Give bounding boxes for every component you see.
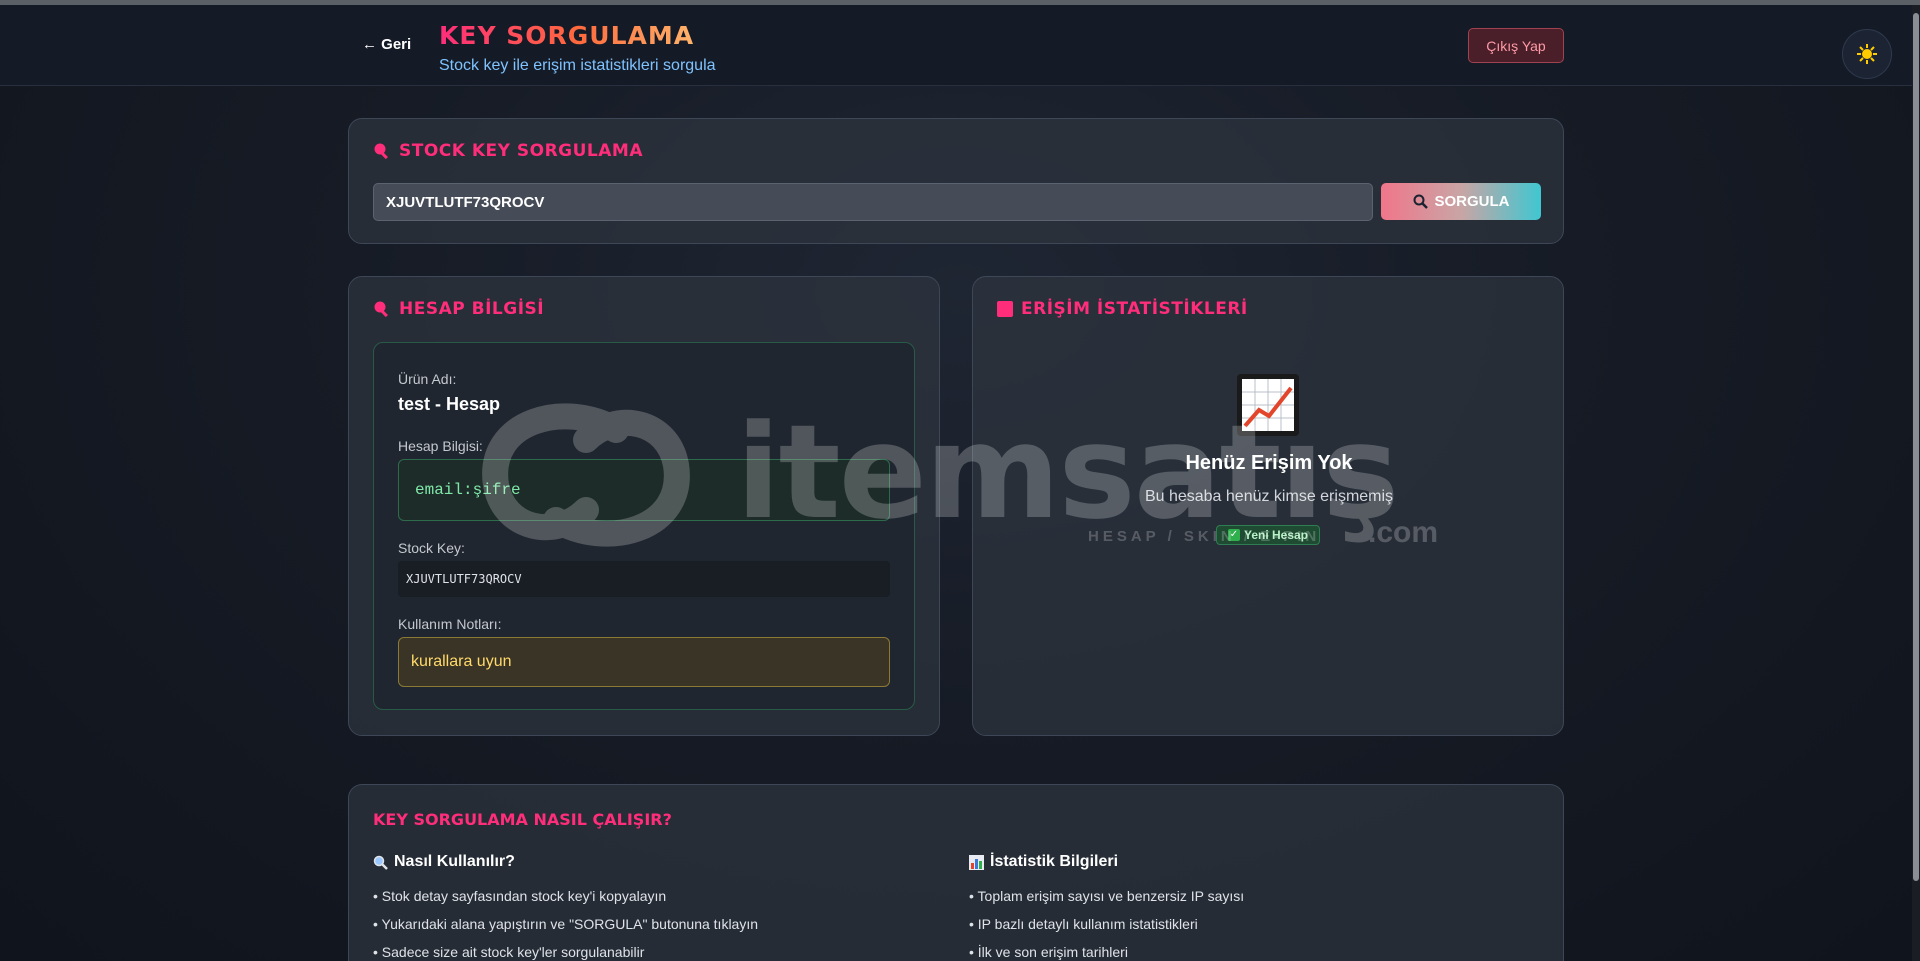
- usage-item: • Sadece size ait stock key'ler sorgulan…: [373, 944, 645, 960]
- product-label: Ürün Adı:: [398, 371, 457, 387]
- account-info-card: HESAP BİLGİSİ Ürün Adı: test - Hesap Hes…: [348, 276, 940, 736]
- stats-section-title-text: İstatistik Bilgileri: [990, 853, 1119, 870]
- usage-section-title: Nasıl Kullanılır?: [373, 853, 515, 871]
- account-label: Hesap Bilgisi:: [398, 438, 483, 454]
- bar-chart-icon: [969, 854, 984, 870]
- key-icon: [374, 143, 388, 160]
- account-card-title-text: HESAP BİLGİSİ: [399, 299, 545, 319]
- search-card-title: STOCK KEY SORGULAMA: [373, 141, 643, 161]
- query-button[interactable]: SORGULA: [1381, 183, 1541, 220]
- usage-section-title-text: Nasıl Kullanılır?: [394, 853, 515, 870]
- square-icon: [997, 301, 1013, 317]
- access-stats-card: ERİŞİM İSTATİSTİKLERİ Henüz Erişim Yok B…: [972, 276, 1564, 736]
- back-link[interactable]: ← Geri: [362, 36, 411, 53]
- page-subtitle: Stock key ile erişim istatistikleri sorg…: [439, 57, 716, 74]
- account-details-box: Ürün Adı: test - Hesap Hesap Bilgisi: em…: [373, 342, 915, 710]
- stats-card-title-text: ERİŞİM İSTATİSTİKLERİ: [1021, 299, 1248, 319]
- notes-label: Kullanım Notları:: [398, 616, 502, 632]
- magnifier-icon: [373, 855, 388, 870]
- key-icon: [374, 301, 388, 318]
- usage-notes: kurallara uyun: [398, 637, 890, 687]
- usage-item: • Stok detay sayfasından stock key'i kop…: [373, 888, 667, 904]
- empty-state-title: Henüz Erişim Yok: [1185, 452, 1353, 474]
- stock-key-input[interactable]: [373, 183, 1373, 221]
- logout-button[interactable]: Çıkış Yap: [1468, 28, 1564, 63]
- stats-info-item: • İlk ve son erişim tarihleri: [969, 944, 1128, 960]
- stats-card-title: ERİŞİM İSTATİSTİKLERİ: [997, 299, 1248, 319]
- stock-key-value[interactable]: XJUVTLUTF73QROCV: [398, 561, 890, 597]
- stats-info-item: • Toplam erişim sayısı ve benzersiz IP s…: [969, 888, 1245, 904]
- new-account-badge-label: Yeni Hesap: [1243, 528, 1309, 542]
- scrollbar-thumb[interactable]: [1913, 13, 1919, 881]
- help-card-title: KEY SORGULAMA NASIL ÇALIŞIR?: [373, 810, 672, 829]
- page-header: ← Geri KEY SORGULAMA Stock key ile erişi…: [0, 5, 1912, 86]
- theme-toggle-button[interactable]: [1842, 29, 1892, 79]
- account-value[interactable]: email:şifre: [398, 459, 890, 521]
- how-it-works-card: KEY SORGULAMA NASIL ÇALIŞIR? Nasıl Kulla…: [348, 784, 1564, 961]
- empty-state-description: Bu hesaba henüz kimse erişmemiş: [1144, 488, 1394, 505]
- new-account-badge: ✓ Yeni Hesap: [1216, 525, 1320, 545]
- sun-icon: [1857, 44, 1877, 64]
- stats-section-title: İstatistik Bilgileri: [969, 853, 1118, 871]
- stock-key-label: Stock Key:: [398, 540, 465, 556]
- account-card-title: HESAP BİLGİSİ: [373, 299, 544, 319]
- stats-info-item: • IP bazlı detaylı kullanım istatistikle…: [969, 916, 1198, 932]
- product-name: test - Hesap: [398, 394, 501, 414]
- page-title: KEY SORGULAMA: [439, 21, 695, 50]
- magnifier-icon: [1413, 194, 1428, 209]
- stock-key-search-card: STOCK KEY SORGULAMA SORGULA: [348, 118, 1564, 244]
- usage-item: • Yukarıdaki alana yapıştırın ve "SORGUL…: [373, 916, 759, 932]
- page-scrollbar[interactable]: [1912, 5, 1920, 961]
- search-card-title-text: STOCK KEY SORGULAMA: [399, 141, 643, 161]
- chart-increasing-icon: [1237, 374, 1299, 436]
- check-icon: ✓: [1227, 529, 1240, 541]
- query-button-label: SORGULA: [1434, 193, 1510, 210]
